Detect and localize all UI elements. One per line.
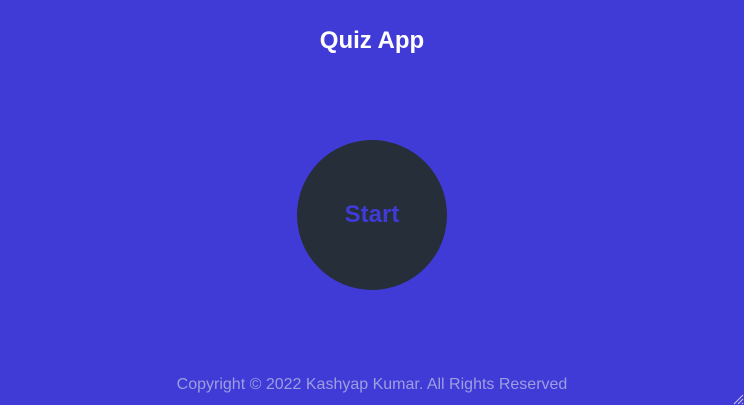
page-title: Quiz App bbox=[319, 27, 425, 54]
footer-copyright: Copyright © 2022 Kashyap Kumar. All Righ… bbox=[176, 376, 568, 393]
start-button[interactable]: Start bbox=[297, 140, 447, 290]
resize-handle-icon[interactable] bbox=[732, 393, 744, 405]
